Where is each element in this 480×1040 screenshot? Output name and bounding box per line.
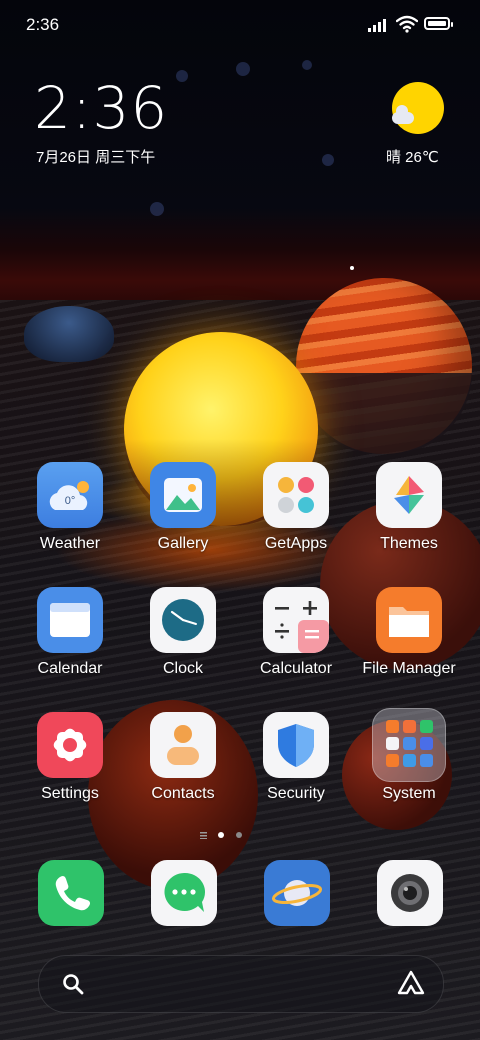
app-label: Calculator bbox=[259, 660, 333, 677]
app-label: Calendar bbox=[37, 660, 103, 677]
battery-icon bbox=[424, 17, 453, 30]
app-themes[interactable]: Themes bbox=[359, 462, 459, 553]
app-label: Contacts bbox=[151, 785, 215, 802]
camera-icon bbox=[377, 860, 443, 926]
app-label: Security bbox=[267, 785, 325, 802]
app-drawer-indicator-icon[interactable] bbox=[200, 832, 207, 839]
page-indicator[interactable] bbox=[200, 830, 250, 842]
app-label: GetApps bbox=[264, 535, 328, 552]
app-label: System bbox=[382, 785, 436, 802]
app-contacts[interactable]: Contacts bbox=[133, 712, 233, 803]
app-system-folder[interactable]: System bbox=[359, 708, 459, 803]
clock-widget-time[interactable]: 2:36 bbox=[34, 74, 168, 142]
weather-icon-temp: 0° bbox=[64, 495, 76, 507]
status-bar: 2:36 bbox=[0, 0, 480, 50]
app-label: File Manager bbox=[362, 660, 456, 677]
search-bar[interactable] bbox=[38, 955, 444, 1013]
dock-messages[interactable] bbox=[151, 860, 217, 926]
shield-icon bbox=[263, 712, 329, 778]
themes-icon bbox=[376, 462, 442, 528]
wifi-icon bbox=[396, 15, 418, 33]
app-calendar[interactable]: Calendar bbox=[20, 587, 120, 678]
calculator-icon bbox=[263, 587, 329, 653]
clock-icon bbox=[150, 587, 216, 653]
page-dot[interactable] bbox=[236, 832, 242, 838]
calendar-icon bbox=[37, 587, 103, 653]
weather-widget-text[interactable]: 晴 26℃ bbox=[386, 146, 439, 167]
app-settings[interactable]: Settings bbox=[20, 712, 120, 803]
app-clock[interactable]: Clock bbox=[133, 587, 233, 678]
phone-icon bbox=[38, 860, 104, 926]
app-gallery[interactable]: Gallery bbox=[133, 462, 233, 553]
dock-browser[interactable] bbox=[264, 860, 330, 926]
app-label: Settings bbox=[41, 785, 99, 802]
getapps-icon bbox=[263, 462, 329, 528]
dock-phone[interactable] bbox=[38, 860, 104, 926]
page-dot-active[interactable] bbox=[218, 832, 224, 838]
assistant-icon[interactable] bbox=[397, 970, 425, 996]
striped-planet bbox=[296, 278, 472, 454]
contacts-icon bbox=[150, 712, 216, 778]
blue-planet bbox=[24, 306, 114, 362]
messages-icon bbox=[151, 860, 217, 926]
app-label: Gallery bbox=[157, 535, 209, 552]
browser-icon bbox=[264, 860, 330, 926]
app-getapps[interactable]: GetApps bbox=[246, 462, 346, 553]
app-weather[interactable]: 0° Weather bbox=[20, 462, 120, 553]
app-file-manager[interactable]: File Manager bbox=[359, 587, 459, 678]
search-icon[interactable] bbox=[61, 972, 85, 996]
app-label: Themes bbox=[380, 535, 438, 552]
weather-widget-sun-icon[interactable] bbox=[390, 82, 446, 138]
app-label: Clock bbox=[162, 660, 203, 677]
folder-icon bbox=[376, 587, 442, 653]
settings-icon bbox=[37, 712, 103, 778]
app-security[interactable]: Security bbox=[246, 712, 346, 803]
app-calculator[interactable]: Calculator bbox=[246, 587, 346, 678]
cellular-signal-icon bbox=[368, 18, 392, 32]
gallery-icon bbox=[150, 462, 216, 528]
status-time: 2:36 bbox=[26, 15, 60, 34]
clock-widget-date[interactable]: 7月26日 周三下午 bbox=[36, 146, 155, 167]
dock-camera[interactable] bbox=[377, 860, 443, 926]
weather-icon: 0° bbox=[37, 462, 103, 528]
app-label: Weather bbox=[39, 535, 101, 552]
folder-grid-icon bbox=[372, 708, 446, 782]
